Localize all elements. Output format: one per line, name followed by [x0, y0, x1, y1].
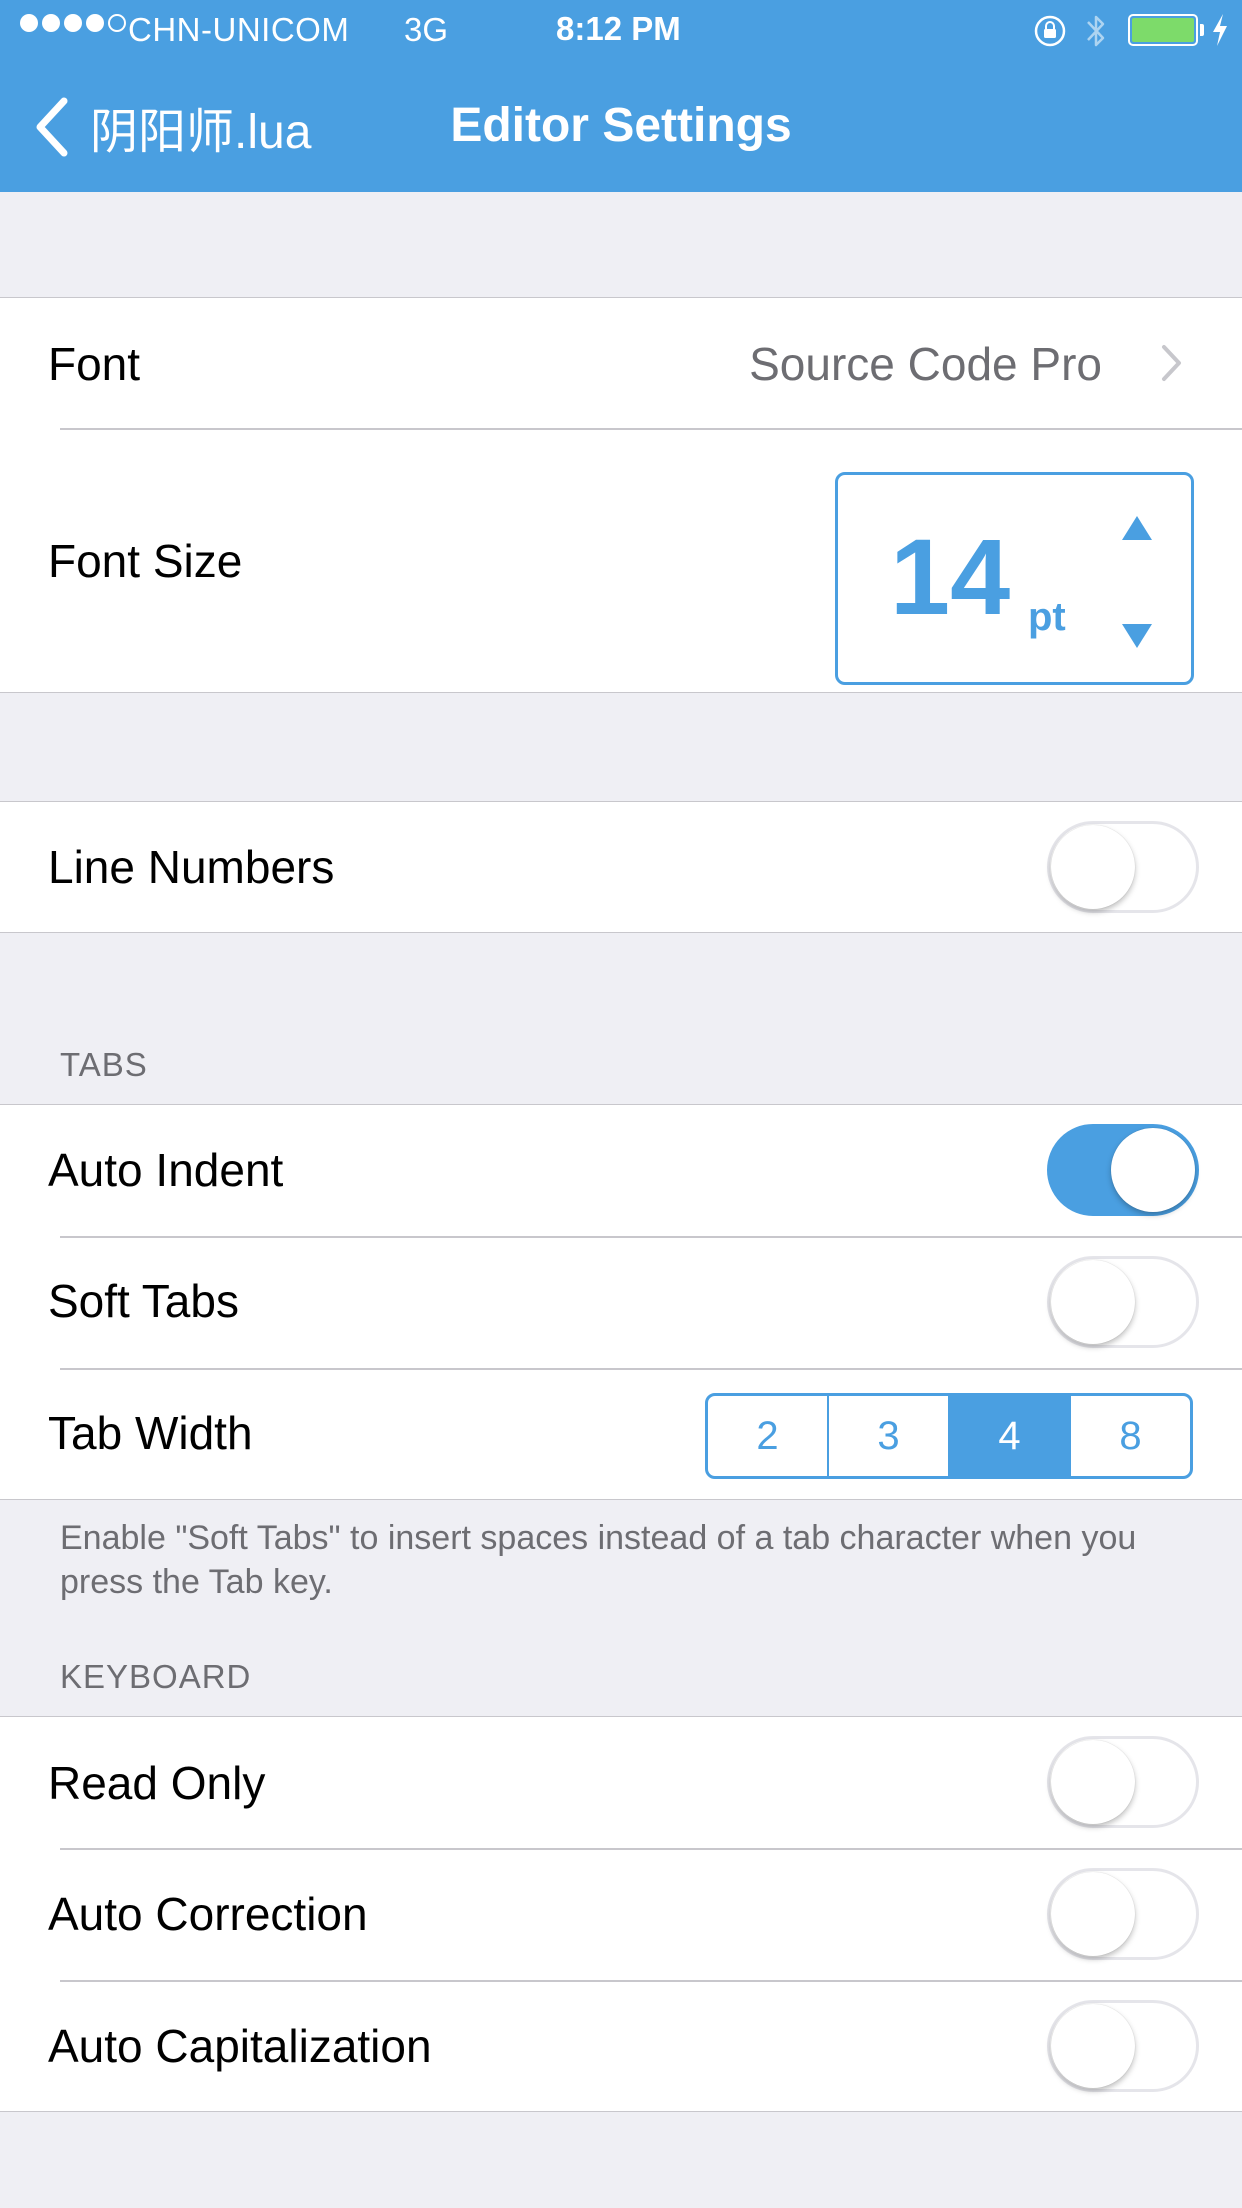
keyboard-group: Read Only Auto Correction Auto Capitaliz…: [0, 1716, 1242, 2112]
read-only-row: Read Only: [0, 1717, 1242, 1848]
font-row[interactable]: Font Source Code Pro: [0, 298, 1242, 428]
auto-indent-label: Auto Indent: [48, 1144, 284, 1196]
chevron-right-icon: [1162, 345, 1181, 381]
soft-tabs-label: Soft Tabs: [48, 1275, 239, 1327]
page-title: Editor Settings: [450, 99, 792, 152]
font-size-value: 14: [890, 516, 1011, 637]
read-only-label: Read Only: [48, 1757, 266, 1809]
tab-width-label: Tab Width: [48, 1407, 253, 1459]
font-value: Source Code Pro: [749, 338, 1102, 390]
lightning-bolt-icon: [1213, 14, 1227, 46]
carrier-name: CHN-UNICOM: [128, 11, 350, 48]
soft-tabs-toggle[interactable]: [1047, 1256, 1199, 1348]
auto-indent-row: Auto Indent: [0, 1105, 1242, 1236]
tab-width-option-8[interactable]: 8: [1069, 1396, 1190, 1476]
line-numbers-row: Line Numbers: [0, 802, 1242, 931]
navigation-bar: 阴阳师.lua Editor Settings: [0, 60, 1242, 192]
font-size-unit: pt: [1028, 595, 1066, 639]
tab-width-option-2[interactable]: 2: [708, 1396, 827, 1476]
tabs-group: Auto Indent Soft Tabs Tab Width 2 3 4 8: [0, 1104, 1242, 1500]
triangle-up-icon[interactable]: [1119, 513, 1155, 543]
auto-correction-label: Auto Correction: [48, 1888, 368, 1940]
line-numbers-toggle[interactable]: [1047, 821, 1199, 913]
signal-strength-icon: [20, 14, 126, 32]
auto-capitalization-toggle[interactable]: [1047, 2000, 1199, 2092]
bluetooth-icon: [1087, 15, 1105, 47]
font-settings-group: Font Source Code Pro Font Size 14 pt: [0, 297, 1242, 693]
battery-icon: [1128, 14, 1198, 46]
battery-level: [1132, 18, 1194, 42]
auto-capitalization-label: Auto Capitalization: [48, 2020, 432, 2072]
tab-width-option-3[interactable]: 3: [827, 1396, 948, 1476]
network-type: 3G: [404, 11, 449, 48]
font-size-row: Font Size 14 pt: [0, 428, 1242, 691]
font-size-label: Font Size: [48, 535, 243, 587]
read-only-toggle[interactable]: [1047, 1736, 1199, 1828]
tab-width-option-4[interactable]: 4: [948, 1396, 1069, 1476]
font-label: Font: [48, 338, 141, 390]
auto-indent-toggle[interactable]: [1047, 1124, 1199, 1216]
tab-width-row: Tab Width 2 3 4 8: [0, 1368, 1242, 1498]
auto-correction-row: Auto Correction: [0, 1848, 1242, 1980]
keyboard-section-header: KEYBOARD: [60, 1658, 252, 1695]
auto-capitalization-row: Auto Capitalization: [0, 1980, 1242, 2110]
triangle-down-icon[interactable]: [1119, 621, 1155, 651]
header: CHN-UNICOM 3G 8:12 PM 阴阳师.lua Editor Set…: [0, 0, 1242, 192]
tabs-footer-note: Enable "Soft Tabs" to insert spaces inst…: [60, 1519, 1137, 1601]
tabs-section-header: TABS: [60, 1046, 148, 1083]
tab-width-segmented-control[interactable]: 2 3 4 8: [705, 1393, 1193, 1479]
font-size-stepper[interactable]: 14 pt: [835, 472, 1194, 685]
status-bar: CHN-UNICOM 3G 8:12 PM: [0, 0, 1242, 60]
line-numbers-group: Line Numbers: [0, 801, 1242, 933]
orientation-lock-icon: [1034, 15, 1066, 47]
line-numbers-label: Line Numbers: [48, 841, 335, 893]
auto-correction-toggle[interactable]: [1047, 1868, 1199, 1960]
soft-tabs-row: Soft Tabs: [0, 1236, 1242, 1368]
status-time: 8:12 PM: [556, 10, 681, 47]
